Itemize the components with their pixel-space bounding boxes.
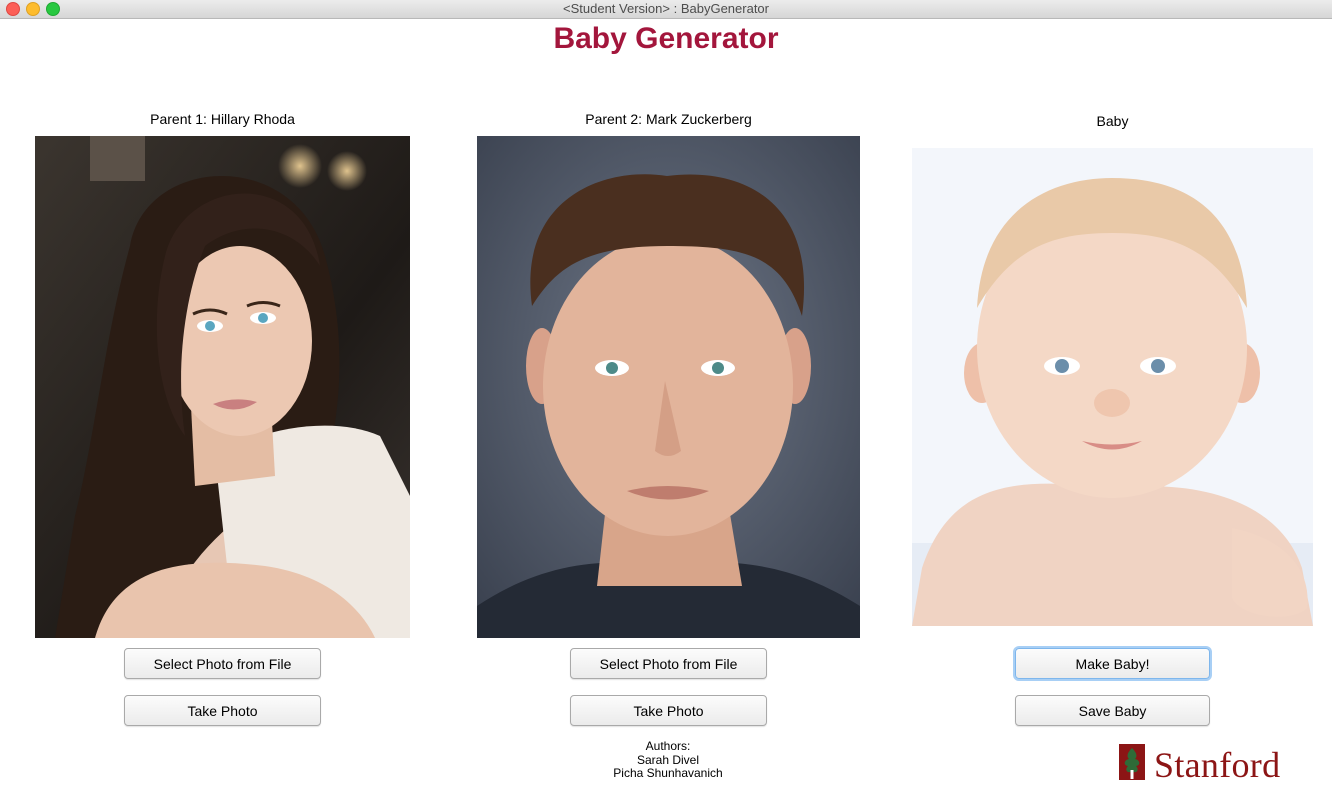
parent2-select-photo-button[interactable]: Select Photo from File bbox=[570, 648, 767, 679]
app-title: Baby Generator bbox=[553, 22, 779, 55]
parent2-photo bbox=[477, 136, 860, 638]
parent1-take-photo-button[interactable]: Take Photo bbox=[124, 695, 321, 726]
save-baby-button[interactable]: Save Baby bbox=[1015, 695, 1210, 726]
parent1-photo bbox=[35, 136, 410, 638]
parent1-label: Parent 1: Hillary Rhoda bbox=[150, 111, 295, 127]
window-title: <Student Version> : BabyGenerator bbox=[563, 1, 769, 16]
authors-credit: Authors: Sarah Divel Picha Shunhavanich bbox=[568, 739, 768, 781]
stanford-logo-text: Stanford bbox=[1154, 745, 1281, 785]
make-baby-button[interactable]: Make Baby! bbox=[1015, 648, 1210, 679]
baby-photo bbox=[912, 148, 1313, 626]
authors-heading: Authors: bbox=[645, 739, 691, 753]
parent2-label: Parent 2: Mark Zuckerberg bbox=[585, 111, 752, 127]
baby-label: Baby bbox=[1096, 113, 1129, 129]
stanford-tree-icon bbox=[1119, 744, 1145, 780]
author-name: Sarah Divel bbox=[636, 752, 700, 767]
window-titlebar: <Student Version> : BabyGenerator bbox=[0, 0, 1332, 19]
parent2-take-photo-button[interactable]: Take Photo bbox=[570, 695, 767, 726]
parent1-select-photo-button[interactable]: Select Photo from File bbox=[124, 648, 321, 679]
author-name: Picha Shunhavanich bbox=[613, 766, 723, 780]
